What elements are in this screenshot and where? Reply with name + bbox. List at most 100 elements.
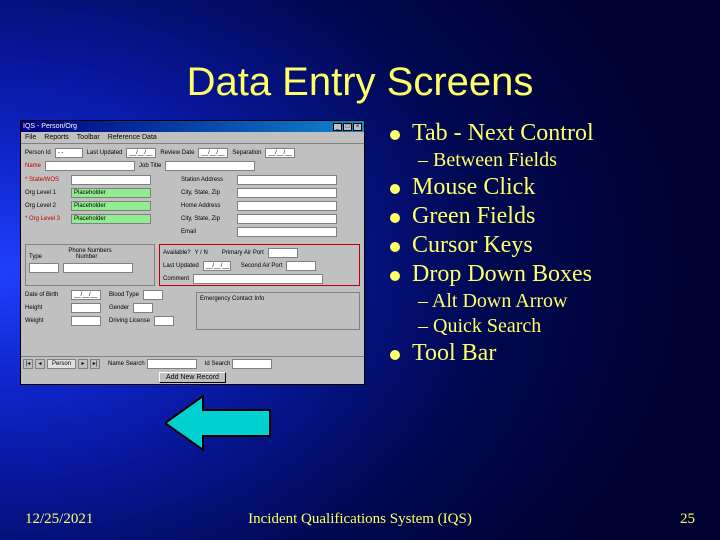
gender-field[interactable] xyxy=(133,303,153,313)
phone-number-label: Number xyxy=(76,254,97,260)
app-window: IQS - Person/Org _ □ × File Reports Tool… xyxy=(20,120,365,385)
org3-label: * Org Level 3 xyxy=(25,216,67,222)
menu-reports[interactable]: Reports xyxy=(44,134,69,141)
blood-label: Blood Type xyxy=(109,292,139,298)
email-field[interactable] xyxy=(237,227,337,237)
tab-person[interactable]: Person xyxy=(47,359,76,369)
state-field[interactable] xyxy=(71,175,151,185)
job-title-label: Job Title xyxy=(139,163,161,169)
screenshot-column: IQS - Person/Org _ □ × File Reports Tool… xyxy=(20,120,380,385)
weight-field[interactable] xyxy=(71,316,101,326)
dl-field[interactable] xyxy=(154,316,174,326)
bullet-cursor: Cursor Keys xyxy=(390,232,700,259)
bullet-mouse: Mouse Click xyxy=(390,174,700,201)
comment-label: Comment xyxy=(163,276,189,282)
menu-reference-data[interactable]: Reference Data xyxy=(108,134,157,141)
dob-label: Date of Birth xyxy=(25,292,67,298)
home-label: Home Address xyxy=(181,203,233,209)
sub-alt-down: Alt Down Arrow xyxy=(418,290,700,313)
name-search-field[interactable] xyxy=(147,359,197,369)
menu-file[interactable]: File xyxy=(25,134,36,141)
phone-number-field[interactable] xyxy=(63,263,133,273)
gender-label: Gender xyxy=(109,305,129,311)
name-field[interactable] xyxy=(45,161,135,171)
name-search-label: Name Search xyxy=(108,361,145,367)
org3-field[interactable]: Placeholder xyxy=(71,214,151,224)
nav-last[interactable]: ▸| xyxy=(90,359,100,369)
org1-field[interactable]: Placeholder xyxy=(71,188,151,198)
last-updated-field[interactable]: __/__/__ xyxy=(126,148,156,158)
window-title: IQS - Person/Org xyxy=(23,123,333,130)
footer: 12/25/2021 Incident Qualifications Syste… xyxy=(0,511,720,528)
bullet-green: Green Fields xyxy=(390,203,700,230)
home-field[interactable] xyxy=(237,201,337,211)
person-id-field[interactable]: - - xyxy=(55,148,83,158)
dl-label: Driving License xyxy=(109,318,150,324)
height-label: Height xyxy=(25,305,67,311)
bottom-strip: Add New Record xyxy=(21,370,364,384)
nav-first[interactable]: |◂ xyxy=(23,359,33,369)
station-field[interactable] xyxy=(237,175,337,185)
footer-title: Incident Qualifications System (IQS) xyxy=(248,511,472,528)
nav-next[interactable]: ▸ xyxy=(78,359,88,369)
avail-label: Available? xyxy=(163,250,191,256)
state-label: * State/WOS xyxy=(25,177,67,183)
lastupd-label: Last Updated xyxy=(163,263,199,269)
org2-field[interactable]: Placeholder xyxy=(71,201,151,211)
csz-label: City, State, Zip xyxy=(181,190,233,196)
nav-prev[interactable]: ◂ xyxy=(35,359,45,369)
close-button[interactable]: × xyxy=(353,123,362,131)
titlebar: IQS - Person/Org _ □ × xyxy=(21,121,364,132)
sub-quick-search: Quick Search xyxy=(418,315,700,338)
org2-label: Org Level 2 xyxy=(25,203,67,209)
org1-label: Org Level 1 xyxy=(25,190,67,196)
avail-val: Y / N xyxy=(195,250,208,256)
maximize-button[interactable]: □ xyxy=(343,123,352,131)
csz2-field[interactable] xyxy=(237,214,337,224)
footer-page: 25 xyxy=(680,511,695,528)
dob-field[interactable]: __/__/__ xyxy=(71,290,101,300)
csz2-label: City, State, Zip xyxy=(181,216,233,222)
second-airport-field[interactable] xyxy=(286,261,316,271)
separation-field[interactable]: __/__/__ xyxy=(265,148,295,158)
emergency-label: Emergency Contact Info xyxy=(200,296,264,302)
station-label: Station Address xyxy=(181,177,233,183)
availability-group: Available? Y / N Primary Air Port Last U… xyxy=(159,244,360,286)
bullet-toolbar: Tool Bar xyxy=(390,340,700,367)
last-updated-label: Last Updated xyxy=(87,150,123,156)
csz-field[interactable] xyxy=(237,188,337,198)
height-field[interactable] xyxy=(71,303,101,313)
email-label: Email xyxy=(181,229,233,235)
bullet-list: Tab - Next Control Between Fields Mouse … xyxy=(390,120,700,367)
tab-strip: |◂ ◂ Person ▸ ▸| Name Search Id Search xyxy=(21,356,364,370)
minimize-button[interactable]: _ xyxy=(333,123,342,131)
name-label: Name xyxy=(25,163,41,169)
emergency-group: Emergency Contact Info xyxy=(196,292,360,330)
menu-toolbar[interactable]: Toolbar xyxy=(77,134,100,141)
person-id-label: Person Id xyxy=(25,150,51,156)
sub-between-fields: Between Fields xyxy=(418,149,700,172)
second-airport-label: Second Air Port xyxy=(241,263,283,269)
content-area: IQS - Person/Org _ □ × File Reports Tool… xyxy=(0,120,720,385)
phone-type-field[interactable] xyxy=(29,263,59,273)
id-search-label: Id Search xyxy=(205,361,231,367)
primary-airport-field[interactable] xyxy=(268,248,298,258)
blood-field[interactable] xyxy=(143,290,163,300)
job-title-field[interactable] xyxy=(165,161,255,171)
callout-arrow-icon xyxy=(165,388,275,458)
lastupd-field[interactable]: __/__/__ xyxy=(203,261,231,271)
separation-label: Separation xyxy=(232,150,261,156)
slide-title: Data Entry Screens xyxy=(0,0,720,120)
review-date-field[interactable]: __/__/__ xyxy=(198,148,228,158)
id-search-field[interactable] xyxy=(232,359,272,369)
footer-date: 12/25/2021 xyxy=(25,511,93,528)
weight-label: Weight xyxy=(25,318,67,324)
phone-type-label: Type xyxy=(29,254,42,260)
add-new-record-button[interactable]: Add New Record xyxy=(159,372,226,383)
comment-field[interactable] xyxy=(193,274,323,284)
review-date-label: Review Date xyxy=(160,150,194,156)
menubar: File Reports Toolbar Reference Data xyxy=(21,132,364,144)
bullet-dropdown: Drop Down Boxes xyxy=(390,261,700,288)
form-area: Person Id - - Last Updated __/__/__ Revi… xyxy=(21,144,364,334)
bullet-tab: Tab - Next Control xyxy=(390,120,700,147)
